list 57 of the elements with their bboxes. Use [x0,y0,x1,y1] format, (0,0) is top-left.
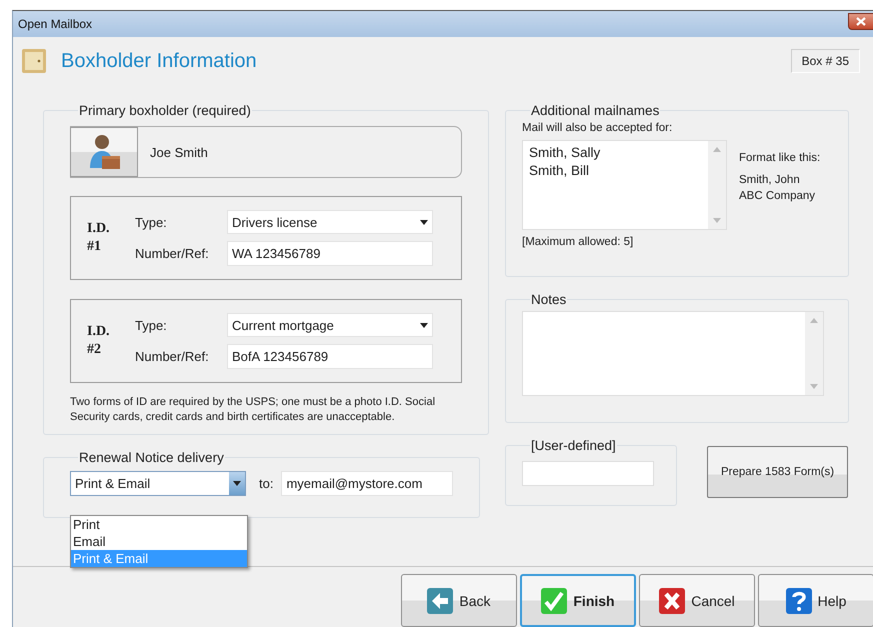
email-field[interactable]: myemail@mystore.com [281,471,454,496]
mailbox-icon [21,48,47,74]
scroll-up-icon [810,318,818,323]
help-button[interactable]: Help [758,574,873,627]
field-label: Type: [135,318,168,332]
boxholder-button[interactable] [70,127,138,177]
format-example: Smith, John [739,174,801,186]
question-mark-icon [786,588,812,614]
format-example: ABC Company [739,190,816,202]
id-label: I.D. #2 [87,323,111,359]
group-label: Notes [530,292,568,307]
id-requirements-note: Two forms of ID are required by the USPS; one must be a photo I.D. Social Security cards, credit cards and birth certificates are unacceptable. [70,395,436,425]
close-button[interactable] [848,12,873,30]
group-label: Additional mailnames [530,103,660,118]
id-type-dropdown[interactable]: Drivers license [227,210,433,234]
group-label: Primary boxholder (required) [78,103,252,118]
dropdown-option[interactable]: Email [71,533,247,550]
delivery-dropdown[interactable]: Print & Email [70,471,246,496]
number-field[interactable]: WA 123456789 [227,241,433,266]
window-title: Open Mailbox [18,17,92,31]
field-label: Type: [135,214,168,230]
group-label: [User-defined] [530,438,617,453]
user-defined-field[interactable] [522,461,654,486]
boxholder-name: Joe Smith [150,144,208,160]
scroll-down-icon [810,384,818,389]
field-label: Number/Ref: [135,349,210,364]
dropdown-option[interactable]: Print [71,516,247,533]
cancel-button[interactable]: Cancel [639,574,755,627]
caret-icon [420,220,428,224]
box-number: Box # 35 [790,49,860,73]
group-label: Renewal Notice delivery [78,450,225,465]
field-label: Number/Ref: [135,246,210,261]
scroll-up-icon [713,147,721,152]
close-icon [856,16,866,26]
format-hint-label: Format like this: [739,152,820,164]
mailname: Smith, Sally [529,144,602,162]
caret-icon [233,481,241,486]
prepare-form-button[interactable]: Prepare 1583 Form(s) [707,446,848,498]
page-title: Boxholder Information [61,50,258,72]
back-button[interactable]: Back [401,574,517,627]
caret-icon [420,322,428,328]
id-type-dropdown[interactable]: Current mortgage [227,313,433,337]
field-label: to: [259,476,274,491]
cross-icon [659,588,686,614]
check-icon [541,588,568,614]
dropdown-button[interactable] [229,472,245,495]
mailnames-field[interactable]: Smith, Sally Smith, Bill [522,140,727,230]
notes-field[interactable] [522,311,824,396]
finish-button[interactable]: Finish [520,574,636,627]
id-label: I.D. #1 [87,220,111,256]
scrollbar[interactable] [708,141,726,229]
maximum-note: [Maximum allowed: 5] [522,236,634,248]
scrollbar[interactable] [805,312,823,395]
scroll-down-icon [713,218,721,223]
mailname: Smith, Bill [529,162,590,180]
number-field[interactable]: BofA 123456789 [227,344,433,369]
field-label: Mail will also be accepted for: [522,122,674,134]
